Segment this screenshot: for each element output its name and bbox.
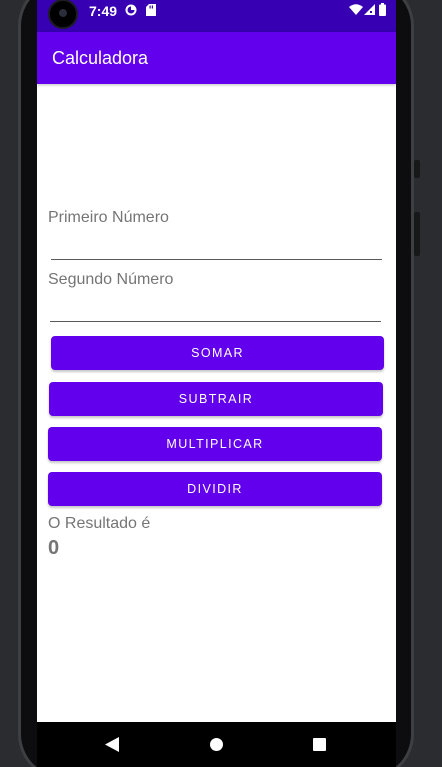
back-icon[interactable] — [105, 737, 119, 752]
status-bar: 7:49 — [37, 0, 396, 32]
second-number-label: Segundo Número — [48, 271, 174, 288]
result-label: O Resultado é — [48, 515, 151, 532]
second-number-input[interactable] — [50, 292, 381, 322]
subtract-button[interactable]: SUBTRAIR — [49, 382, 383, 416]
recents-icon[interactable] — [313, 738, 326, 751]
phone-screen: 7:49 Calculadora Primeiro Número Segundo… — [37, 0, 396, 722]
power-button — [414, 160, 420, 178]
wifi-icon — [349, 4, 363, 15]
add-button[interactable]: SOMAR — [51, 336, 384, 370]
first-number-label: Primeiro Número — [48, 209, 169, 226]
navigation-bar — [37, 722, 396, 767]
circle-app-icon — [125, 4, 137, 16]
camera-icon — [48, 0, 78, 29]
emulator-stage: 7:49 Calculadora Primeiro Número Segundo… — [0, 0, 442, 767]
sd-card-icon — [146, 4, 156, 16]
battery-icon — [379, 3, 386, 16]
multiply-button[interactable]: MULTIPLICAR — [48, 427, 382, 461]
status-time: 7:49 — [89, 3, 118, 19]
first-number-input[interactable] — [51, 230, 382, 260]
app-bar: Calculadora — [37, 32, 396, 84]
volume-button — [414, 212, 420, 256]
home-icon[interactable] — [210, 738, 223, 751]
result-value: 0 — [48, 537, 60, 559]
app-title: Calculadora — [52, 48, 149, 68]
divide-button[interactable]: DIVIDIR — [48, 472, 382, 506]
signal-icon — [364, 4, 375, 15]
